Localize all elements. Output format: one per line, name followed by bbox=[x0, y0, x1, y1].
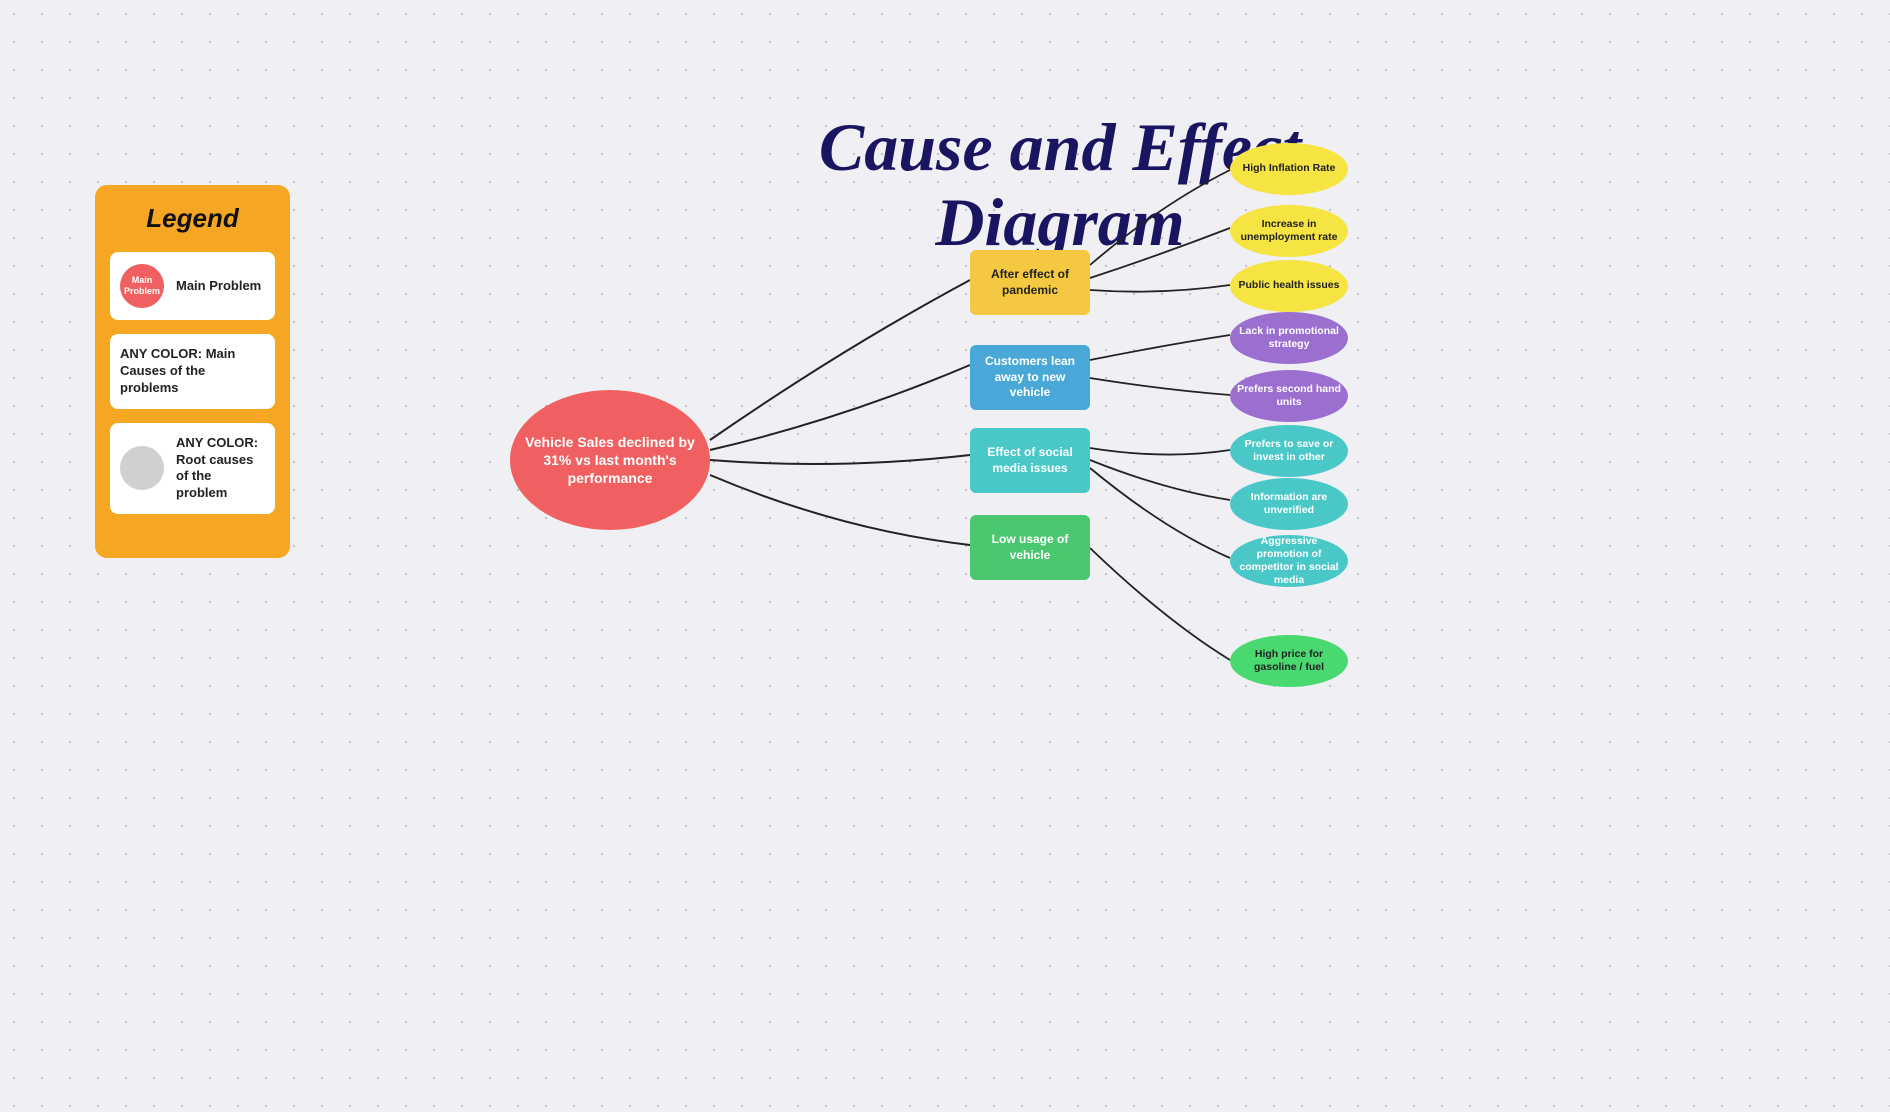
main-problem-icon: MainProblem bbox=[120, 264, 164, 308]
legend-title: Legend bbox=[110, 203, 275, 234]
root-node-9: High price for gasoline / fuel bbox=[1230, 635, 1348, 687]
cause-node-2: Customers lean away to new vehicle bbox=[970, 345, 1090, 410]
legend-box: Legend MainProblem Main Problem ANY COLO… bbox=[95, 185, 290, 558]
root-node-4: Lack in promotional strategy bbox=[1230, 312, 1348, 364]
legend-main-label: Main Problem bbox=[176, 278, 261, 295]
root-node-7: Information are unverified bbox=[1230, 478, 1348, 530]
root-node-6: Prefers to save or invest in other bbox=[1230, 425, 1348, 477]
legend-item-roots: ANY COLOR: Root causes of the problem bbox=[110, 423, 275, 515]
root-node-1: High Inflation Rate bbox=[1230, 143, 1348, 195]
cause-node-1: After effect of pandemic bbox=[970, 250, 1090, 315]
legend-item-main: MainProblem Main Problem bbox=[110, 252, 275, 320]
root-node-8: Aggressive promotion of competitor in so… bbox=[1230, 535, 1348, 587]
root-node-2: Increase in unemployment rate bbox=[1230, 205, 1348, 257]
legend-item-causes: ANY COLOR: Main Causes of the problems bbox=[110, 334, 275, 409]
cause-node-4: Low usage of vehicle bbox=[970, 515, 1090, 580]
root-cause-icon bbox=[120, 446, 164, 490]
legend-roots-label: ANY COLOR: Root causes of the problem bbox=[176, 435, 265, 503]
legend-causes-label: ANY COLOR: Main Causes of the problems bbox=[120, 346, 265, 397]
cause-node-3: Effect of social media issues bbox=[970, 428, 1090, 493]
main-problem-node: Vehicle Sales declined by 31% vs last mo… bbox=[510, 390, 710, 530]
diagram-title: Cause and Effect Diagram bbox=[430, 110, 1690, 260]
root-node-3: Public health issues bbox=[1230, 260, 1348, 312]
root-node-5: Prefers second hand units bbox=[1230, 370, 1348, 422]
